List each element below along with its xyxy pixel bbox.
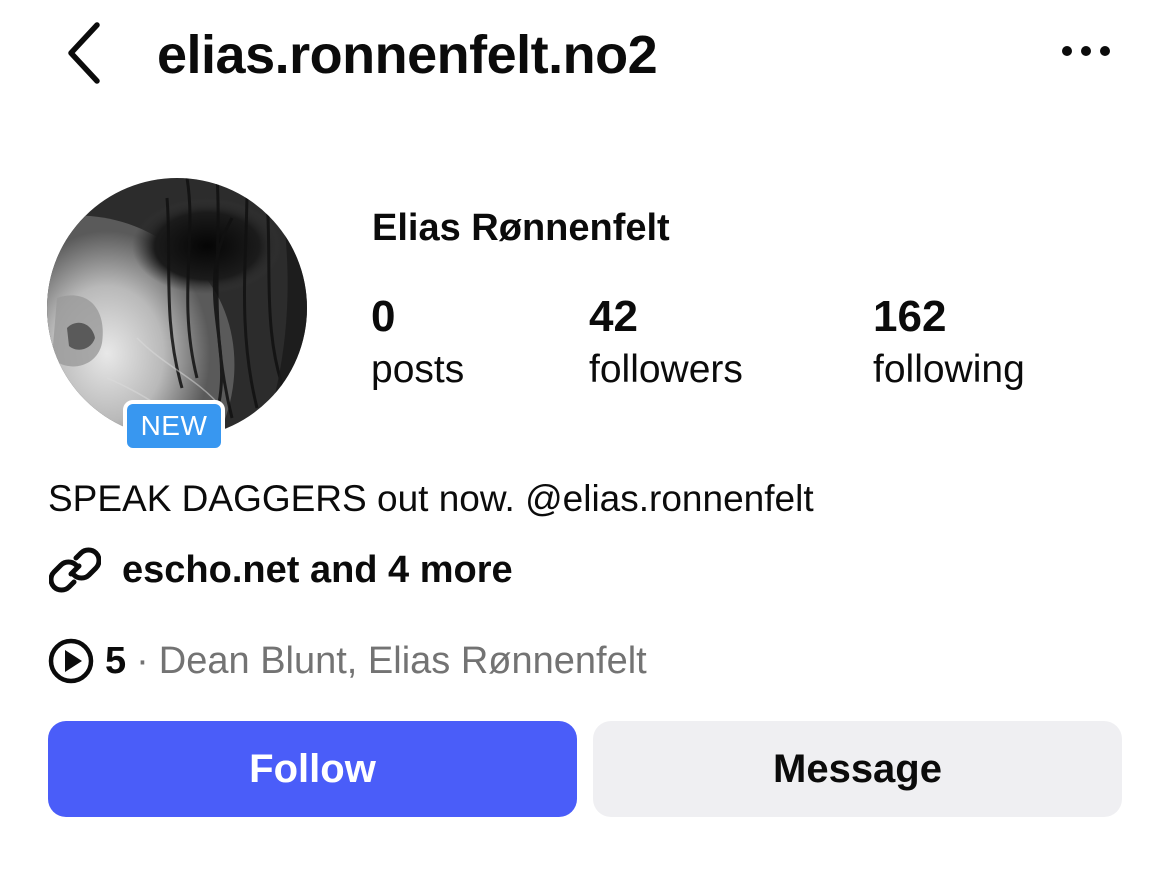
new-badge: NEW [123,400,225,452]
more-options-button[interactable] [1050,28,1122,78]
threads-count: 5 [105,639,127,682]
more-horizontal-icon [1060,44,1112,63]
following-label: following [873,348,1025,391]
posts-count: 0 [371,292,396,341]
followers-stat[interactable]: 42 followers [589,290,743,396]
posts-label: posts [371,348,465,391]
profile-photo [47,178,307,438]
links-text: escho.net and 4 more [122,549,513,591]
chevron-left-icon [64,21,104,90]
followers-count: 42 [589,292,638,341]
profile-username: elias.ronnenfelt.no2 [157,25,658,85]
external-links[interactable]: escho.net and 4 more [48,540,513,600]
full-name: Elias Rønnenfelt [372,207,670,249]
link-icon [48,543,102,597]
followers-label: followers [589,348,743,391]
threads-row[interactable]: 5 · Dean Blunt, Elias Rønnenfelt [47,632,647,690]
message-button[interactable]: Message [593,721,1122,817]
avatar[interactable]: NEW [47,178,307,452]
bio-text: SPEAK DAGGERS out now. @elias.ronnenfelt [48,478,814,519]
following-count: 162 [873,292,947,341]
threads-names: Dean Blunt, Elias Rønnenfelt [158,639,647,682]
threads-separator: · [136,639,149,682]
play-circle-icon [47,637,95,685]
following-stat[interactable]: 162 following [873,290,1025,396]
back-button[interactable] [56,20,112,90]
follow-button[interactable]: Follow [48,721,577,817]
posts-stat[interactable]: 0 posts [371,290,464,396]
